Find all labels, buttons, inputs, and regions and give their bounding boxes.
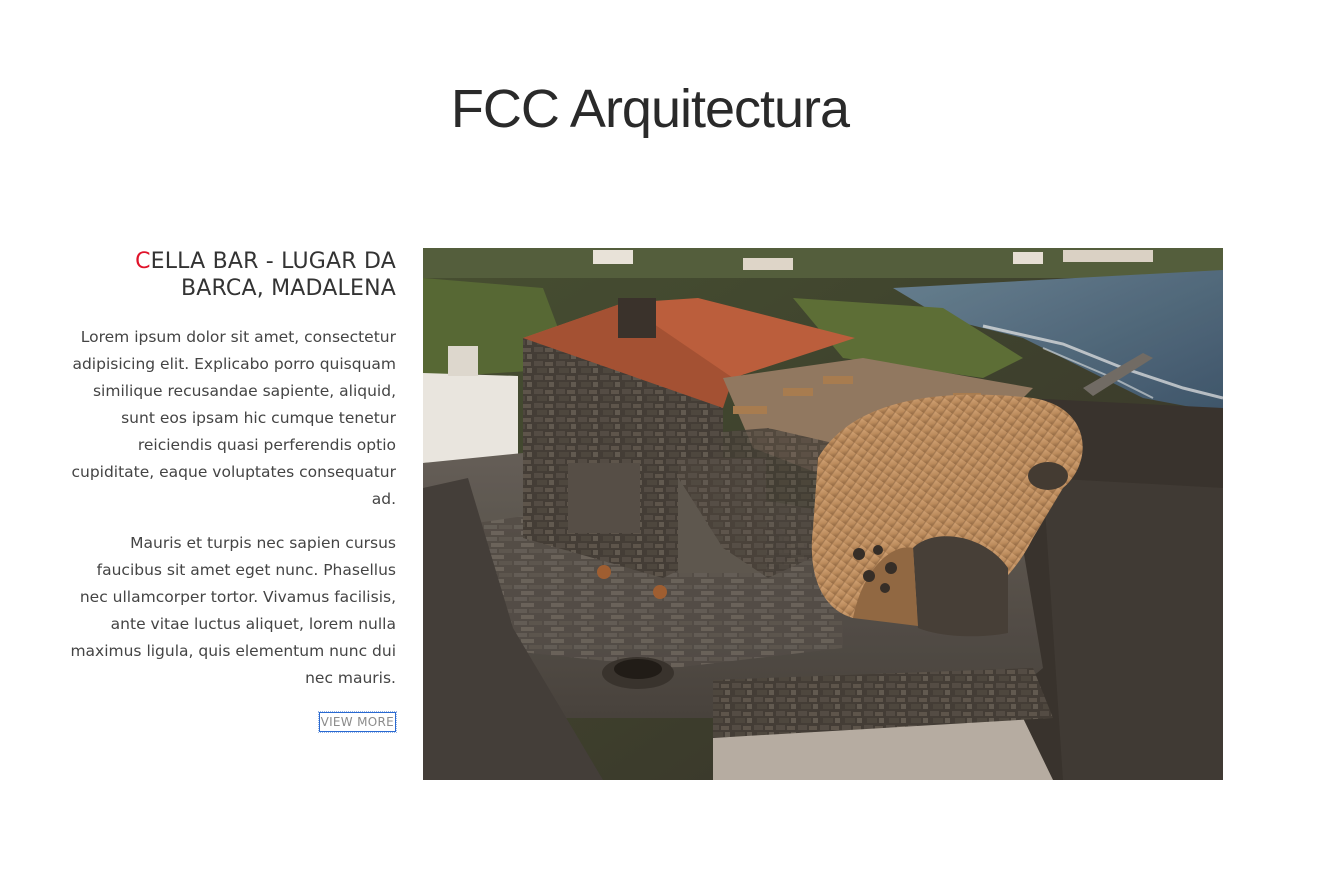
project-photo[interactable]	[423, 248, 1223, 780]
project-description: CELLA BAR - LUGAR DA BARCA, MADALENA Lor…	[70, 248, 398, 733]
project-paragraph-1: Lorem ipsum dolor sit amet, consectetur …	[71, 328, 396, 508]
project-title-rest: ELLA BAR - LUGAR DA BARCA, MADALENA	[150, 249, 396, 301]
project-photo-illustration	[423, 248, 1223, 780]
site-title: FCC Arquitectura	[450, 79, 850, 139]
project-paragraph-2: Mauris et turpis nec sapien cursus fauci…	[70, 534, 396, 687]
project-title[interactable]: CELLA BAR - LUGAR DA BARCA, MADALENA	[70, 248, 396, 302]
project-title-initial: C	[135, 249, 151, 274]
view-more-button[interactable]: VIEW MORE	[317, 711, 398, 733]
